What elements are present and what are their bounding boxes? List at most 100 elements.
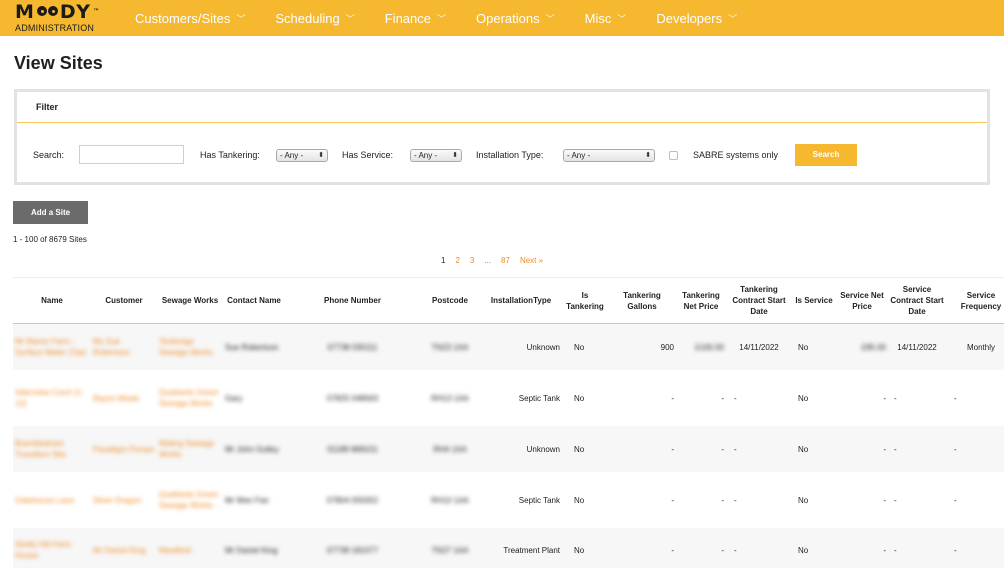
cell-installation-type: Septic Tank (518, 495, 560, 505)
sites-table-container[interactable]: Name Customer Sewage Works Contact Name … (13, 277, 1004, 568)
cell-phone-number: 07738 181077 (326, 545, 379, 555)
cell-contact-name: Mr John Gulley (225, 444, 279, 454)
cell-postcode: TN23 1AA (431, 342, 469, 352)
table-row[interactable]: Mr Manor Farm - Surface Water (Top) Ms S… (13, 324, 1004, 370)
nav-label: Misc (584, 10, 612, 26)
installation-type-select[interactable]: - Any - ⬍ (563, 149, 655, 162)
cell-customer-link[interactable]: Ms Sue Robertson (91, 336, 157, 358)
page-link-last[interactable]: 87 (501, 256, 510, 265)
search-button[interactable]: Search (795, 144, 857, 166)
cell-service-net-price: - (883, 545, 886, 555)
brand-logo[interactable]: M DY ™ ADMINISTRATION (15, 2, 115, 33)
col-name[interactable]: Name (13, 295, 91, 306)
cell-customer-link[interactable]: Mr Daniel King (91, 545, 157, 556)
col-postcode[interactable]: Postcode (420, 295, 480, 306)
cell-service-contract-start: - (894, 393, 897, 403)
brand-subtitle: ADMINISTRATION (15, 23, 95, 33)
cell-contact-name: Mr Wen Fan (225, 495, 269, 505)
nav-finance[interactable]: Finance ﹀ (385, 11, 446, 26)
cell-customer-link[interactable]: Bayon Meals (91, 393, 157, 404)
cell-is-tankering: No (574, 342, 585, 352)
sabre-checkbox[interactable] (669, 151, 678, 160)
cell-sewage-works-link[interactable]: Mating Sewage Works (157, 438, 223, 460)
cell-is-tankering: No (574, 545, 585, 555)
nav-scheduling[interactable]: Scheduling ﹀ (275, 11, 354, 26)
cell-contact-name: Gary (225, 393, 243, 403)
search-input[interactable] (79, 145, 184, 164)
col-tankering-contract-start[interactable]: Tankering Contract Start Date (726, 284, 792, 317)
nav-label: Operations (476, 10, 540, 26)
col-service-frequency[interactable]: Service Frequency (946, 290, 1004, 312)
cell-sewage-works-link[interactable]: Quattards Green Sewage Works (157, 387, 223, 409)
col-is-service[interactable]: Is Service (792, 295, 836, 306)
sites-table: Name Customer Sewage Works Contact Name … (13, 277, 1004, 568)
cell-customer-link[interactable]: Paradigm Pumps (91, 444, 157, 455)
cell-service-net-price: £95.00 (861, 342, 886, 352)
filter-heading: Filter (17, 92, 987, 123)
cell-service-frequency: - (954, 444, 957, 454)
cell-sewage-works-link[interactable]: Quattards Green Sewage Works (157, 489, 223, 511)
col-customer[interactable]: Customer (91, 295, 157, 306)
sabre-label: SABRE systems only (693, 150, 779, 160)
col-service-net-price[interactable]: Service Net Price (836, 290, 888, 312)
col-contact-name[interactable]: Contact Name (223, 295, 285, 306)
cell-name-link[interactable]: Adenview Court (1-12) (13, 387, 91, 409)
cell-service-net-price: - (883, 495, 886, 505)
service-select[interactable]: - Any - ⬍ (410, 149, 462, 162)
cell-tankering-contract-start: - (734, 444, 737, 454)
nav-label: Scheduling (275, 10, 340, 26)
col-phone-number[interactable]: Phone Number (285, 295, 420, 306)
add-site-button[interactable]: Add a Site (13, 201, 88, 224)
cell-is-service: No (798, 495, 809, 505)
cell-sewage-works-link[interactable]: Tankerige Sewage Works (157, 336, 223, 358)
top-navigation-bar: M DY ™ ADMINISTRATION Customers/Sites ﹀ S… (0, 0, 1004, 36)
col-tankering-net-price[interactable]: Tankering Net Price (676, 290, 726, 312)
updown-arrows-icon: ⬍ (318, 152, 324, 159)
table-row[interactable]: Adenview Court (1-12) Bayon Meals Quatta… (13, 370, 1004, 426)
nav-label: Finance (384, 10, 431, 26)
cell-is-service: No (798, 444, 809, 454)
nav-developers[interactable]: Developers ﹀ (656, 11, 737, 26)
search-label: Search: (33, 150, 65, 160)
cell-tankering-gallons: - (671, 393, 674, 403)
cell-installation-type: Unknown (526, 342, 560, 352)
col-is-tankering[interactable]: Is Tankering (562, 290, 608, 312)
col-tankering-gallons[interactable]: Tankering Gallons (608, 290, 676, 312)
main-menu: Customers/Sites ﹀ Scheduling ﹀ Finance ﹀ Op… (135, 0, 737, 36)
chevron-down-icon: ﹀ (728, 13, 738, 24)
cell-name-link[interactable]: Brambledown Travellers Site (13, 438, 91, 460)
col-sewage-works[interactable]: Sewage Works (157, 295, 223, 306)
cell-sewage-works-link[interactable]: Mawlbrid (157, 545, 223, 556)
cell-service-frequency: - (954, 393, 957, 403)
nav-misc[interactable]: Misc ﹀ (585, 11, 627, 26)
cell-customer-link[interactable]: Silver Dragon (91, 495, 157, 506)
cell-name-link[interactable]: Gatehouse Lane (13, 495, 91, 506)
filter-row: Search: Has Tankering: - Any - ⬍ Has Serv… (17, 144, 987, 166)
cell-service-contract-start: 14/11/2022 (897, 342, 937, 352)
cell-name-link[interactable]: Shelly Hill Farm House (13, 539, 91, 561)
col-service-contract-start[interactable]: Service Contract Start Date (888, 284, 946, 317)
cell-postcode: RH4 1AA (433, 444, 467, 454)
cell-service-frequency: Monthly (966, 342, 995, 352)
cell-tankering-gallons: - (671, 444, 674, 454)
col-installation-type[interactable]: InstallationType (480, 295, 562, 306)
cell-name-link[interactable]: Mr Manor Farm - Surface Water (Top) (13, 336, 91, 358)
cell-service-contract-start: - (894, 495, 897, 505)
cell-phone-number: 01189 868101 (327, 444, 378, 454)
filter-panel: Filter Search: Has Tankering: - Any - ⬍ H… (14, 89, 990, 185)
brand-wordmark: M DY ™ (15, 2, 115, 22)
table-row[interactable]: Shelly Hill Farm House Mr Daniel King Ma… (13, 528, 1004, 568)
cell-tankering-contract-start: 14/11/2022 (739, 342, 779, 352)
table-row[interactable]: Gatehouse Lane Silver Dragon Quattards G… (13, 472, 1004, 528)
nav-customers-sites[interactable]: Customers/Sites ﹀ (135, 11, 245, 26)
cell-service-net-price: - (883, 393, 886, 403)
cell-is-service: No (798, 545, 809, 555)
nav-operations[interactable]: Operations ﹀ (476, 11, 555, 26)
cell-service-contract-start: - (894, 444, 897, 454)
tankering-select[interactable]: - Any - ⬍ (276, 149, 328, 162)
chevron-down-icon: ﹀ (236, 13, 246, 24)
page-link-3[interactable]: 3 (470, 256, 474, 265)
page-link-2[interactable]: 2 (455, 256, 459, 265)
table-row[interactable]: Brambledown Travellers Site Paradigm Pum… (13, 426, 1004, 472)
next-page-link[interactable]: Next » (520, 256, 543, 265)
